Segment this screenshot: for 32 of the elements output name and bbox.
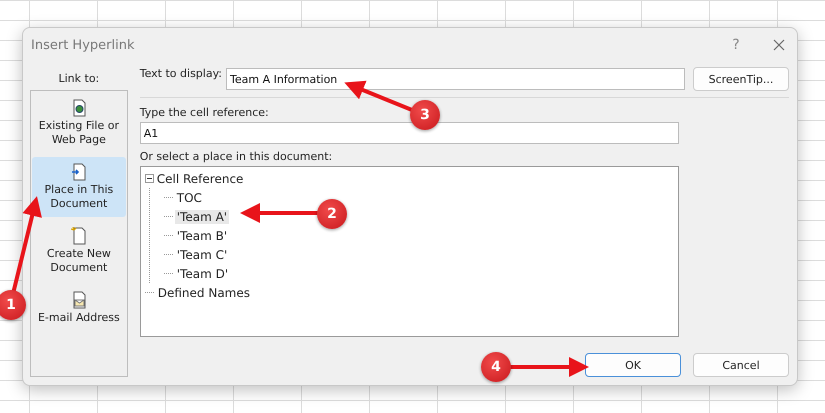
arrow [344,80,413,112]
link-to-label: Link to: [58,72,100,85]
dialog-button[interactable]: OK [585,353,681,377]
option-label: Create New Document [46,247,112,275]
field-label: Type the cell reference: [140,106,269,119]
text-to-display-field[interactable]: Team A Information [226,68,685,90]
tree-item[interactable]: Defined Names [156,286,252,300]
step-number-badge: 1 [0,290,26,320]
option-label: Place in This Document [44,183,114,211]
cell-reference-field[interactable]: A1 [140,122,679,144]
document-globe-icon [70,99,87,117]
dialog-button[interactable]: Cancel [693,353,789,377]
tree-item[interactable]: 'Team B' [174,228,230,242]
tree-item[interactable]: TOC [174,190,204,204]
screentip-button[interactable]: ScreenTip... [693,67,789,91]
tree-item[interactable]: 'Team C' [174,248,230,262]
option-label: E-mail Address [38,311,120,325]
envelope-document-icon [70,291,87,309]
link-type-option[interactable]: Create New Document [32,221,126,281]
option-label: Existing File or Web Page [38,119,120,147]
window-title: Insert Hyperlink [31,38,136,52]
field-label: Text to display: [140,67,222,80]
tree-item[interactable]: 'Team A' [174,210,230,224]
tree-item[interactable]: Cell Reference [154,172,246,186]
link-type-option[interactable]: Existing File or Web Page [32,93,126,153]
tree-label: Or select a place in this document: [140,150,332,163]
close-icon[interactable] [773,39,785,51]
link-type-option[interactable]: E-mail Address [32,285,126,331]
collapse-icon[interactable] [144,174,154,183]
link-type-option[interactable]: Place in This Document [32,157,126,217]
new-document-icon [70,227,87,245]
tree-item[interactable]: 'Team D' [174,266,230,280]
